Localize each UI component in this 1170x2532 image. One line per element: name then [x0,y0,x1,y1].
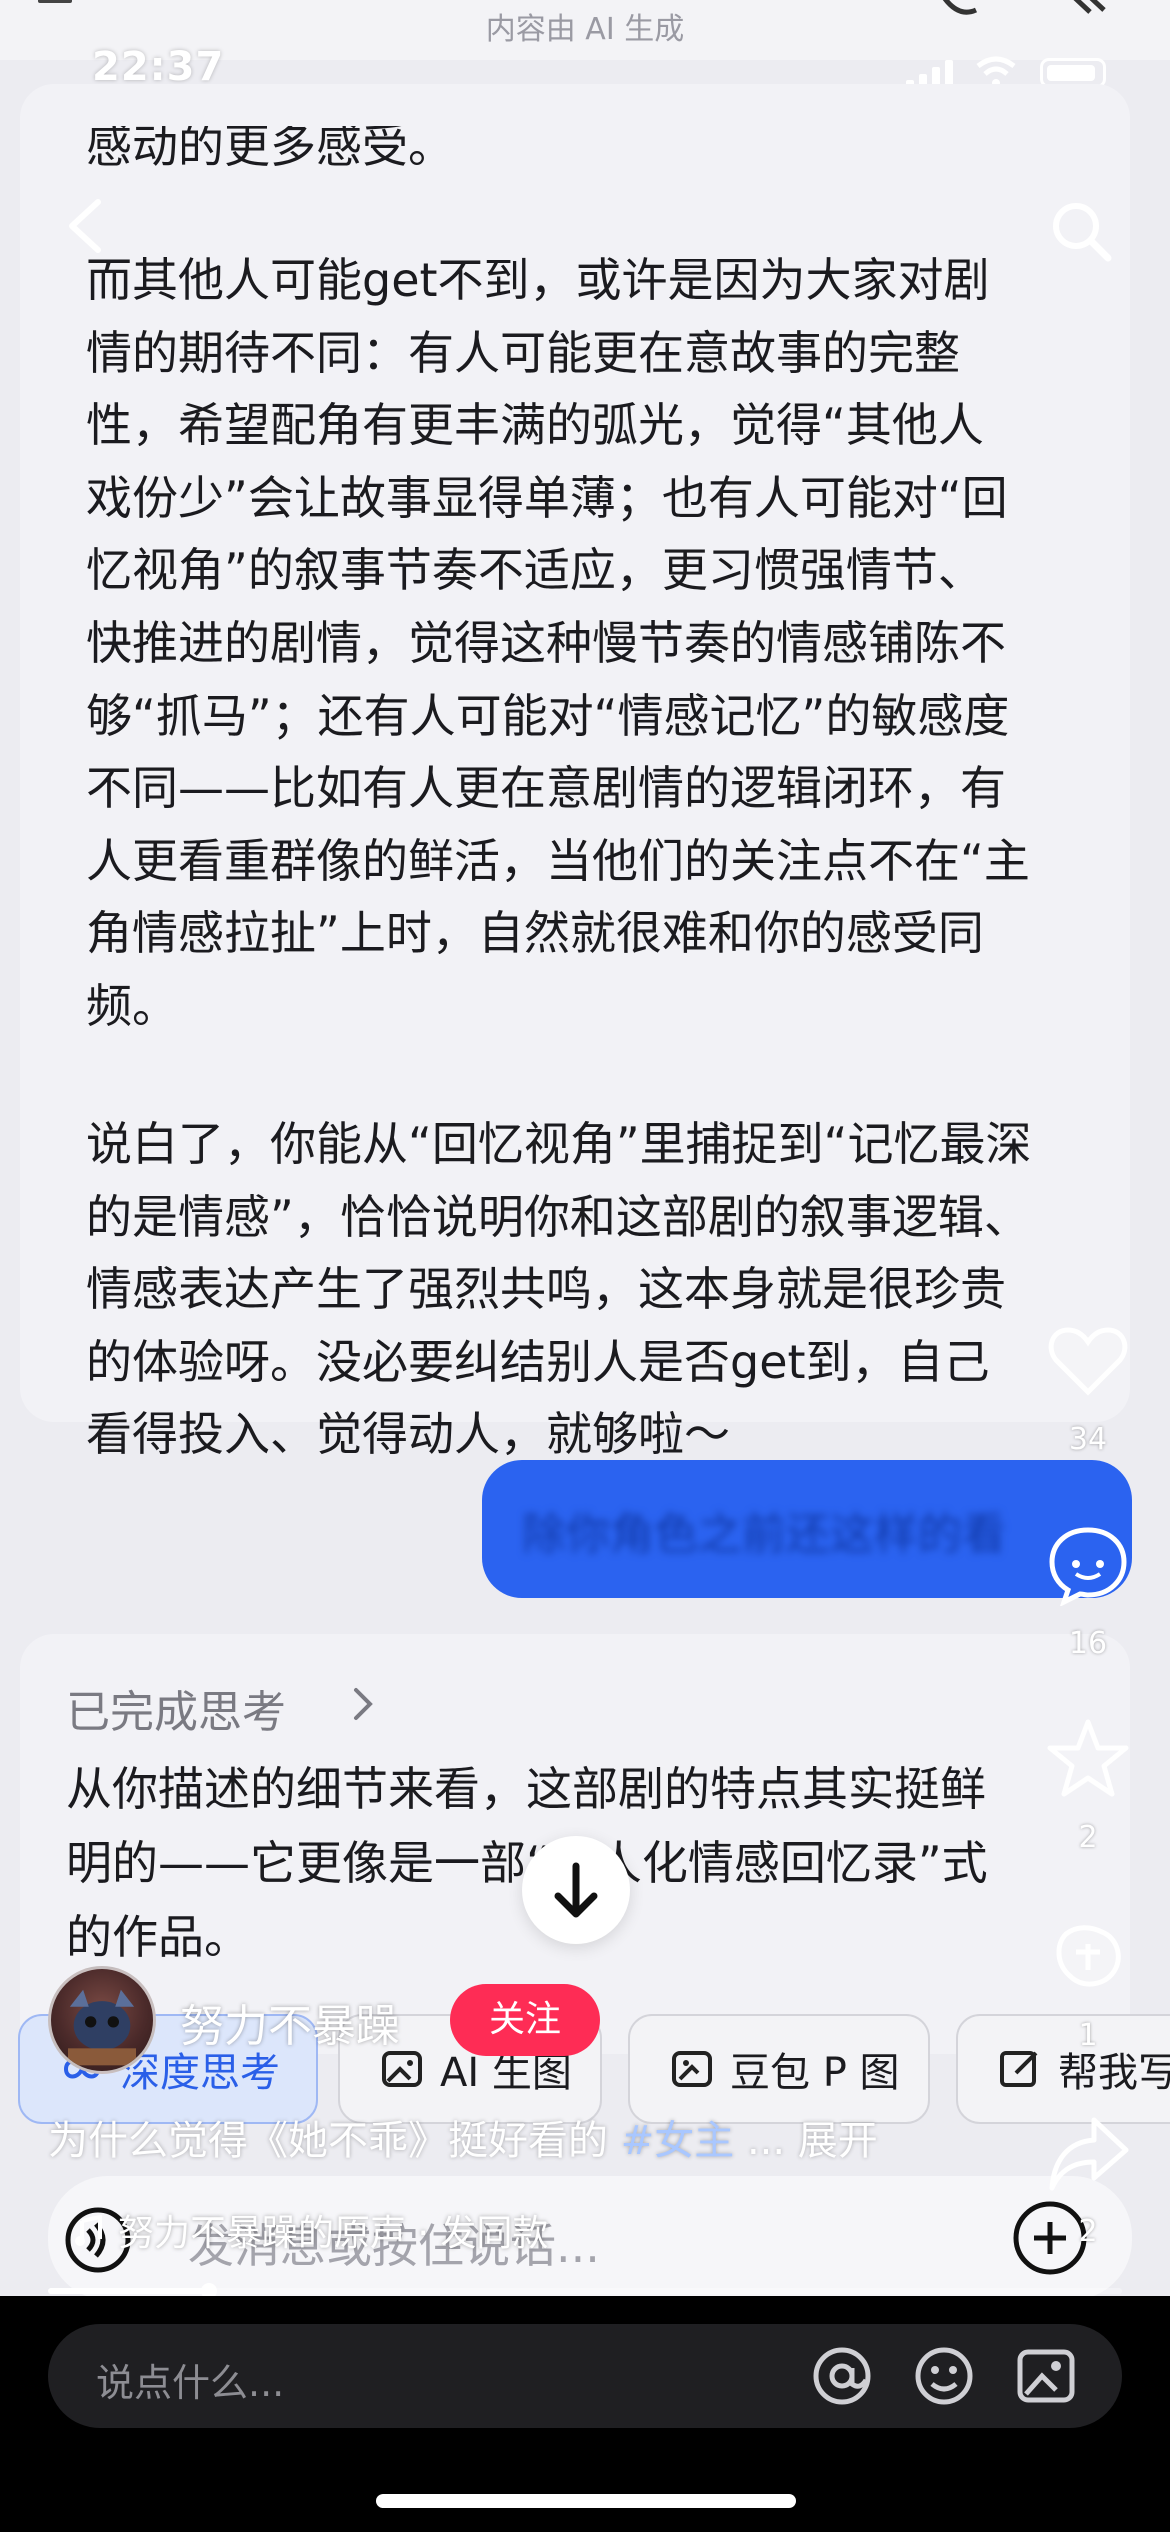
home-indicator [376,2494,796,2508]
like-icon[interactable] [1046,1318,1130,1402]
message-paragraph: 而其他人可能get不到，或许是因为大家对剧 情的期待不同：有人可能更在意故事的完… [86,253,1030,1033]
author-avatar[interactable] [48,1966,156,2074]
music-icon [75,2215,102,2246]
at-icon[interactable] [810,2344,874,2408]
follow-button[interactable]: 关注 [450,1984,600,2056]
author-name[interactable]: 努力不暴躁 [180,1990,400,2054]
search-icon[interactable] [1046,196,1116,266]
video-progress[interactable] [48,2283,1122,2299]
chevron-right-icon[interactable] [348,1682,378,1726]
favorite-icon[interactable] [1046,1716,1130,1800]
phone-icon[interactable] [930,0,980,20]
user-message-text: 除你角色之前还这样的看 [522,1509,1006,1560]
share-count: 2 [1078,2214,1098,2249]
comment-icon[interactable] [1046,1522,1130,1606]
speaker-icon[interactable] [1050,0,1110,20]
comment-count: 16 [1068,1626,1108,1661]
progress-fill [48,2288,210,2294]
back-icon[interactable] [60,196,110,256]
favorite-count: 2 [1078,1820,1098,1855]
video-caption[interactable]: 为什么觉得《她不乖》挺好看的 #女主 ... 展开 [48,2108,878,2166]
caption-expand[interactable]: ... 展开 [734,2118,878,2164]
arrow-down-icon [554,1862,598,1918]
message-paragraph: 说白了，你能从“回忆视角”里捕捉到“记忆最深 的是情感”，恰恰说明你和这部剧的叙… [86,1117,1032,1462]
user-message: 除你角色之前还这样的看 [482,1460,1132,1598]
pencil-icon [1000,2051,1038,2087]
comment-placeholder: 说点什么... [96,2361,285,2405]
ai-generated-note: 内容由 AI 生成 [485,12,685,47]
caption-hashtag[interactable]: #女主 [621,2118,735,2164]
scroll-to-bottom-button[interactable] [522,1836,630,1944]
caption-text: 为什么觉得《她不乖》挺好看的 [48,2118,621,2164]
share-icon[interactable] [1046,2112,1130,2196]
message-paragraph-cut: 感动的更多感受。 [86,126,454,166]
emoji-icon[interactable] [912,2344,976,2408]
assistant-message: 感动的更多感受。 而其他人可能get不到，或许是因为大家对剧 情的期待不同：有人… [20,84,1130,1461]
image-edit-icon [672,2051,712,2087]
gift-count: 1 [1078,2018,1098,2053]
avatar-image [68,1989,136,2066]
comment-input[interactable]: 说点什么... [48,2324,1122,2428]
image-icon[interactable] [1014,2344,1078,2408]
thinking-status[interactable]: 已完成思考 [66,1676,286,1740]
chip-label: 豆包 P 图 [730,2050,900,2096]
music-row[interactable]: 努力不暴躁的原声 · 发同款 [72,2204,548,2256]
gift-icon[interactable] [1046,1914,1130,1998]
music-text: 努力不暴躁的原声 · 发同款 [118,2213,549,2254]
like-count: 34 [1068,1422,1108,1457]
bottom-comment-bar: 说点什么... [0,2296,1170,2532]
